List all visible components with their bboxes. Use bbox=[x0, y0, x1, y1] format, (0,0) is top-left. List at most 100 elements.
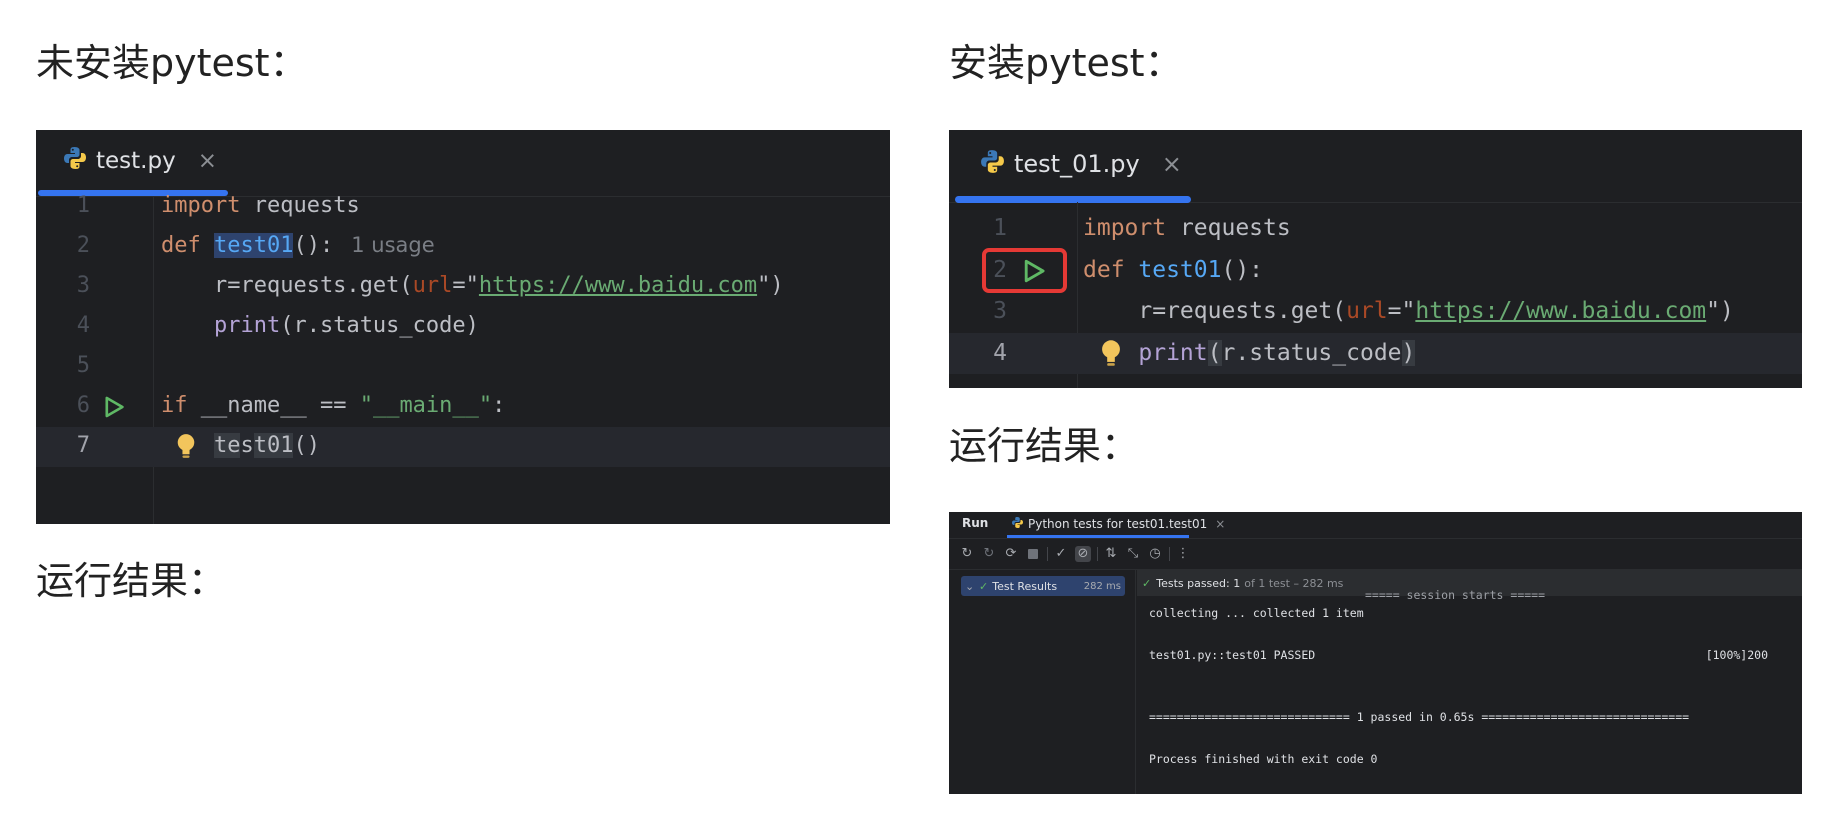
code-token: t01 bbox=[253, 433, 294, 458]
test-results-tree: ⌄ ✓ Test Results 282 ms bbox=[949, 570, 1136, 794]
close-icon[interactable]: × bbox=[198, 148, 217, 174]
console-line: ============================= 1 passed i… bbox=[1149, 710, 1690, 724]
heading-installed: 安装pytest： bbox=[949, 41, 1183, 85]
python-file-icon bbox=[62, 145, 88, 177]
console-line: test01.py::test01 PASSED bbox=[1149, 648, 1316, 662]
code-token: r=requests.get( bbox=[161, 273, 413, 298]
code-line[interactable]: 4 print(r.status_code) bbox=[36, 307, 890, 347]
rerun-failed-icon[interactable]: ↻ bbox=[981, 546, 997, 562]
code-token: "__main__" bbox=[359, 393, 493, 418]
chevron-down-icon[interactable]: ⌄ bbox=[965, 580, 979, 593]
line-number: 6 bbox=[76, 393, 90, 418]
code-line[interactable]: 6 if __name__ == "__main__": bbox=[36, 387, 890, 427]
tests-passed-label: Tests passed: 1 bbox=[1156, 576, 1241, 590]
editor-tab-label: test.py bbox=[96, 148, 176, 174]
code-text: if __name__ == "__main__": bbox=[161, 393, 505, 418]
code-token: test01 bbox=[1138, 256, 1222, 283]
test-history-icon[interactable]: ◷ bbox=[1147, 546, 1163, 562]
code-text: r=requests.get(url="https://www.baidu.co… bbox=[161, 273, 784, 298]
line-number: 3 bbox=[76, 273, 90, 298]
code-line[interactable]: 2 def test01(): 1 usage bbox=[36, 227, 890, 267]
more-options-icon[interactable]: ⋮ bbox=[1175, 546, 1191, 562]
editor-screenshot-left: test.py × 1 import requests 2 def test01():… bbox=[36, 130, 890, 524]
code-token: te bbox=[213, 433, 241, 458]
sort-alphabetically-icon[interactable]: ⇅ bbox=[1103, 546, 1119, 562]
close-icon[interactable]: × bbox=[1162, 150, 1182, 178]
line-number: 1 bbox=[993, 215, 1007, 241]
code-text: r=requests.get(url="https://www.baidu.co… bbox=[1083, 298, 1734, 324]
test-results-node[interactable]: ⌄ ✓ Test Results 282 ms bbox=[961, 576, 1125, 596]
code-text: def test01(): bbox=[1083, 257, 1263, 283]
code-token: (r.status_code) bbox=[280, 313, 479, 338]
code-token: (): bbox=[293, 233, 334, 258]
code-line[interactable]: 4 print(r.status_code) bbox=[949, 332, 1802, 374]
code-token: requests bbox=[240, 193, 360, 218]
run-tool-window-label[interactable]: Run bbox=[962, 516, 988, 530]
code-line[interactable]: 2 def test01(): bbox=[949, 247, 1802, 293]
code-line[interactable]: 1 import requests bbox=[949, 208, 1802, 250]
code-line[interactable]: 3 r=requests.get(url="https://www.baidu.… bbox=[36, 267, 890, 307]
python-file-icon bbox=[1011, 516, 1024, 532]
code-text: import requests bbox=[161, 193, 360, 218]
code-token: ) bbox=[1401, 339, 1416, 366]
line-number: 7 bbox=[76, 433, 90, 458]
code-text: def test01(): 1 usage bbox=[161, 233, 435, 258]
code-token: requests bbox=[1166, 215, 1291, 241]
show-ignored-icon[interactable]: ⊘ bbox=[1075, 546, 1091, 562]
editor-tab-test-py[interactable]: test.py × bbox=[62, 144, 217, 178]
show-passed-icon[interactable]: ✓ bbox=[1053, 546, 1069, 562]
code-token: __name__ == bbox=[200, 393, 360, 418]
run-panel-header: Run Python tests for test01.test01 × bbox=[949, 512, 1802, 539]
code-token: r=requests.get( bbox=[1083, 298, 1347, 324]
toggle-auto-test-icon[interactable]: ⟳ bbox=[1003, 546, 1019, 562]
code-token: =" bbox=[1387, 298, 1416, 324]
run-triangle-icon[interactable] bbox=[102, 395, 126, 423]
close-icon[interactable]: × bbox=[1215, 517, 1225, 531]
code-line[interactable]: 1 import requests bbox=[36, 187, 890, 227]
rerun-icon[interactable]: ↻ bbox=[959, 546, 975, 562]
code-token: ") bbox=[757, 273, 784, 298]
line-number: 3 bbox=[993, 298, 1007, 324]
code-line[interactable]: 7 test01() bbox=[36, 427, 890, 467]
line-number: 1 bbox=[76, 193, 90, 218]
heading-run-result-left: 运行结果： bbox=[36, 559, 227, 603]
console-line: [100%]200 bbox=[1705, 648, 1768, 662]
run-tab-python-tests[interactable]: Python tests for test01.test01 × bbox=[1011, 516, 1225, 532]
code-token: r.status_code bbox=[1221, 339, 1402, 366]
python-file-icon bbox=[979, 148, 1006, 181]
code-token: import bbox=[161, 193, 241, 218]
run-gutter-highlight-box bbox=[982, 247, 1067, 293]
heading-run-result-right: 运行结果： bbox=[949, 424, 1140, 468]
code-token: https://www.baidu.com bbox=[478, 273, 758, 298]
heading-not-installed: 未安装pytest： bbox=[36, 41, 308, 85]
editor-tab-test-01-py[interactable]: test_01.py × bbox=[979, 146, 1182, 182]
sort-by-duration-icon[interactable]: ⤡ bbox=[1125, 546, 1141, 562]
active-tab-indicator bbox=[955, 196, 1191, 203]
code-token: ") bbox=[1706, 298, 1734, 324]
code-text: test01() bbox=[161, 433, 320, 458]
code-token: () bbox=[293, 433, 320, 458]
line-number: 4 bbox=[993, 339, 1007, 366]
line-number: 4 bbox=[76, 313, 90, 338]
code-token: print bbox=[1138, 339, 1208, 366]
test-duration: 282 ms bbox=[1083, 580, 1121, 592]
active-tab-indicator bbox=[1007, 535, 1189, 538]
usage-hint[interactable]: 1 usage bbox=[351, 233, 434, 257]
toolbar-separator bbox=[1169, 547, 1170, 561]
code-token: test01 bbox=[213, 233, 294, 258]
code-token: print bbox=[213, 313, 281, 338]
code-line[interactable]: 3 r=requests.get(url="https://www.baidu.… bbox=[949, 291, 1802, 333]
code-token: : bbox=[492, 393, 506, 418]
code-token: (): bbox=[1221, 256, 1264, 283]
code-text: print(r.status_code) bbox=[1083, 339, 1416, 366]
stop-icon[interactable] bbox=[1025, 546, 1041, 562]
code-token: s bbox=[240, 433, 254, 458]
editor-tab-bar: test_01.py × bbox=[949, 130, 1802, 203]
code-token: if bbox=[161, 393, 201, 418]
code-token: url bbox=[1346, 298, 1388, 324]
test-results-label: Test Results bbox=[992, 579, 1058, 593]
code-line[interactable]: 5 bbox=[36, 347, 890, 387]
code-token: =" bbox=[452, 273, 479, 298]
